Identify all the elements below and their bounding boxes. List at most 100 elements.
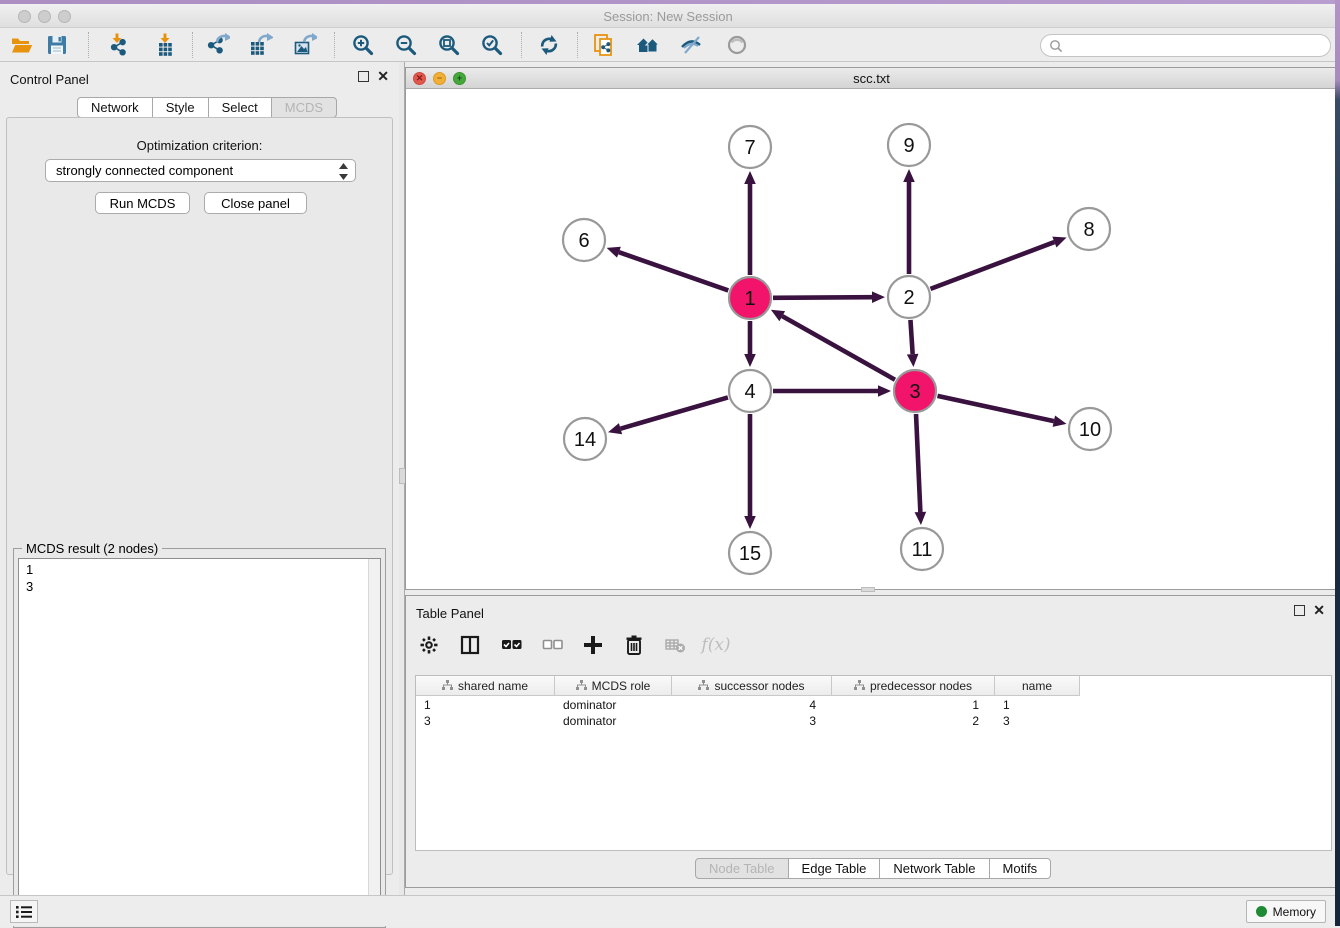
tab-mcds[interactable]: MCDS <box>272 97 337 118</box>
edge-2-3[interactable] <box>907 320 919 367</box>
table-tabs: Node TableEdge TableNetwork TableMotifs <box>695 858 1051 879</box>
edge-3-11[interactable] <box>915 414 927 525</box>
tab-select[interactable]: Select <box>209 97 272 118</box>
zoom-in-icon[interactable] <box>347 31 379 59</box>
edge-3-1[interactable] <box>771 310 895 380</box>
svg-text:15: 15 <box>739 543 761 565</box>
close-panel-button[interactable]: Close panel <box>204 192 307 214</box>
column-header-successor-nodes[interactable]: successor nodes <box>672 676 832 696</box>
open-session-icon[interactable] <box>6 31 38 59</box>
table-row[interactable]: 3dominator323 <box>416 713 1080 729</box>
delete-column-icon[interactable] <box>621 632 647 658</box>
criterion-dropdown[interactable]: strongly connected component <box>45 159 356 182</box>
edge-4-15[interactable] <box>744 414 756 529</box>
network-window-titlebar[interactable]: ✕ − + scc.txt <box>406 68 1337 89</box>
mcds-result-list[interactable]: 13 <box>18 558 381 923</box>
zoom-out-icon[interactable] <box>390 31 422 59</box>
tab-network[interactable]: Network <box>77 97 153 118</box>
cell-name[interactable]: 1 <box>995 697 1080 713</box>
cell-predecessor-nodes[interactable]: 2 <box>832 713 995 729</box>
node-4[interactable]: 4 <box>729 370 771 412</box>
cell-shared-name[interactable]: 1 <box>416 697 555 713</box>
table-panel-title: Table Panel <box>416 606 484 621</box>
export-image-icon[interactable] <box>289 31 321 59</box>
eye-slash-icon[interactable] <box>675 31 707 59</box>
toolbar-separator <box>521 32 522 58</box>
svg-text:1: 1 <box>744 288 755 310</box>
column-header-name[interactable]: name <box>995 676 1080 696</box>
edge-1-6[interactable] <box>607 247 729 291</box>
cell-MCDS-role[interactable]: dominator <box>555 713 672 729</box>
export-network-icon[interactable] <box>202 31 234 59</box>
table-tab-network-table[interactable]: Network Table <box>880 858 989 879</box>
split-columns-icon[interactable] <box>457 632 483 658</box>
close-panel-icon[interactable]: ✕ <box>377 71 389 82</box>
node-15[interactable]: 15 <box>729 532 771 574</box>
node-9[interactable]: 9 <box>888 124 930 166</box>
edge-1-4[interactable] <box>744 321 756 367</box>
eye-icon[interactable] <box>721 31 753 59</box>
edge-1-7[interactable] <box>744 171 756 275</box>
search-input[interactable] <box>1063 37 1330 55</box>
edge-4-14[interactable] <box>608 397 728 434</box>
edge-3-10[interactable] <box>937 396 1066 427</box>
node-11[interactable]: 11 <box>901 528 943 570</box>
clone-network-icon[interactable] <box>588 31 620 59</box>
node-table: shared nameMCDS rolesuccessor nodesprede… <box>415 675 1332 851</box>
table-row[interactable]: 1dominator411 <box>416 697 1080 713</box>
refresh-layout-icon[interactable] <box>533 31 565 59</box>
export-table-icon[interactable] <box>245 31 277 59</box>
svg-text:7: 7 <box>744 137 755 159</box>
close-panel-icon[interactable]: ✕ <box>1313 605 1325 616</box>
edge-2-9[interactable] <box>903 169 915 274</box>
node-3[interactable]: 3 <box>894 370 936 412</box>
table-tab-edge-table[interactable]: Edge Table <box>789 858 881 879</box>
import-table-icon[interactable] <box>149 31 181 59</box>
node-8[interactable]: 8 <box>1068 208 1110 250</box>
edge-2-8[interactable] <box>931 237 1067 289</box>
float-panel-icon[interactable] <box>358 71 369 82</box>
settings-icon[interactable] <box>416 632 442 658</box>
search-field[interactable] <box>1040 34 1331 57</box>
unselect-all-icon[interactable] <box>539 632 565 658</box>
add-column-icon[interactable] <box>580 632 606 658</box>
zoom-selected-icon[interactable] <box>476 31 508 59</box>
scrollbar[interactable] <box>368 559 380 922</box>
table-header-row: shared nameMCDS rolesuccessor nodesprede… <box>416 676 1080 696</box>
tab-style[interactable]: Style <box>153 97 209 118</box>
cell-MCDS-role[interactable]: dominator <box>555 697 672 713</box>
cell-successor-nodes[interactable]: 3 <box>672 713 832 729</box>
cell-successor-nodes[interactable]: 4 <box>672 697 832 713</box>
run-mcds-button[interactable]: Run MCDS <box>95 192 190 214</box>
task-history-button[interactable] <box>10 900 38 923</box>
save-session-icon[interactable] <box>41 31 73 59</box>
horizontal-splitter-handle[interactable] <box>861 587 875 592</box>
cell-name[interactable]: 3 <box>995 713 1080 729</box>
home-icon[interactable] <box>632 31 664 59</box>
float-panel-icon[interactable] <box>1294 605 1305 616</box>
network-canvas[interactable]: 7 9 6 8 1 2 4 3 14 10 15 11 <box>406 89 1337 590</box>
column-header-shared-name[interactable]: shared name <box>416 676 555 696</box>
node-7[interactable]: 7 <box>729 126 771 168</box>
node-1[interactable]: 1 <box>729 277 771 319</box>
node-6[interactable]: 6 <box>563 219 605 261</box>
zoom-fit-icon[interactable] <box>433 31 465 59</box>
memory-button[interactable]: Memory <box>1246 900 1326 923</box>
column-header-predecessor-nodes[interactable]: predecessor nodes <box>832 676 995 696</box>
table-tab-node-table[interactable]: Node Table <box>695 858 789 879</box>
cell-predecessor-nodes[interactable]: 1 <box>832 697 995 713</box>
mcds-result-box: MCDS result (2 nodes) 13 <box>13 548 386 928</box>
table-tab-motifs[interactable]: Motifs <box>990 858 1052 879</box>
edge-4-3[interactable] <box>773 385 891 397</box>
import-network-icon[interactable] <box>101 31 133 59</box>
node-14[interactable]: 14 <box>564 418 606 460</box>
window-title: Session: New Session <box>0 9 1336 24</box>
node-2[interactable]: 2 <box>888 276 930 318</box>
select-all-icon[interactable] <box>498 632 524 658</box>
svg-text:8: 8 <box>1083 219 1094 241</box>
node-10[interactable]: 10 <box>1069 408 1111 450</box>
svg-text:6: 6 <box>578 230 589 252</box>
column-header-MCDS-role[interactable]: MCDS role <box>555 676 672 696</box>
cell-shared-name[interactable]: 3 <box>416 713 555 729</box>
edge-1-2[interactable] <box>773 291 885 303</box>
